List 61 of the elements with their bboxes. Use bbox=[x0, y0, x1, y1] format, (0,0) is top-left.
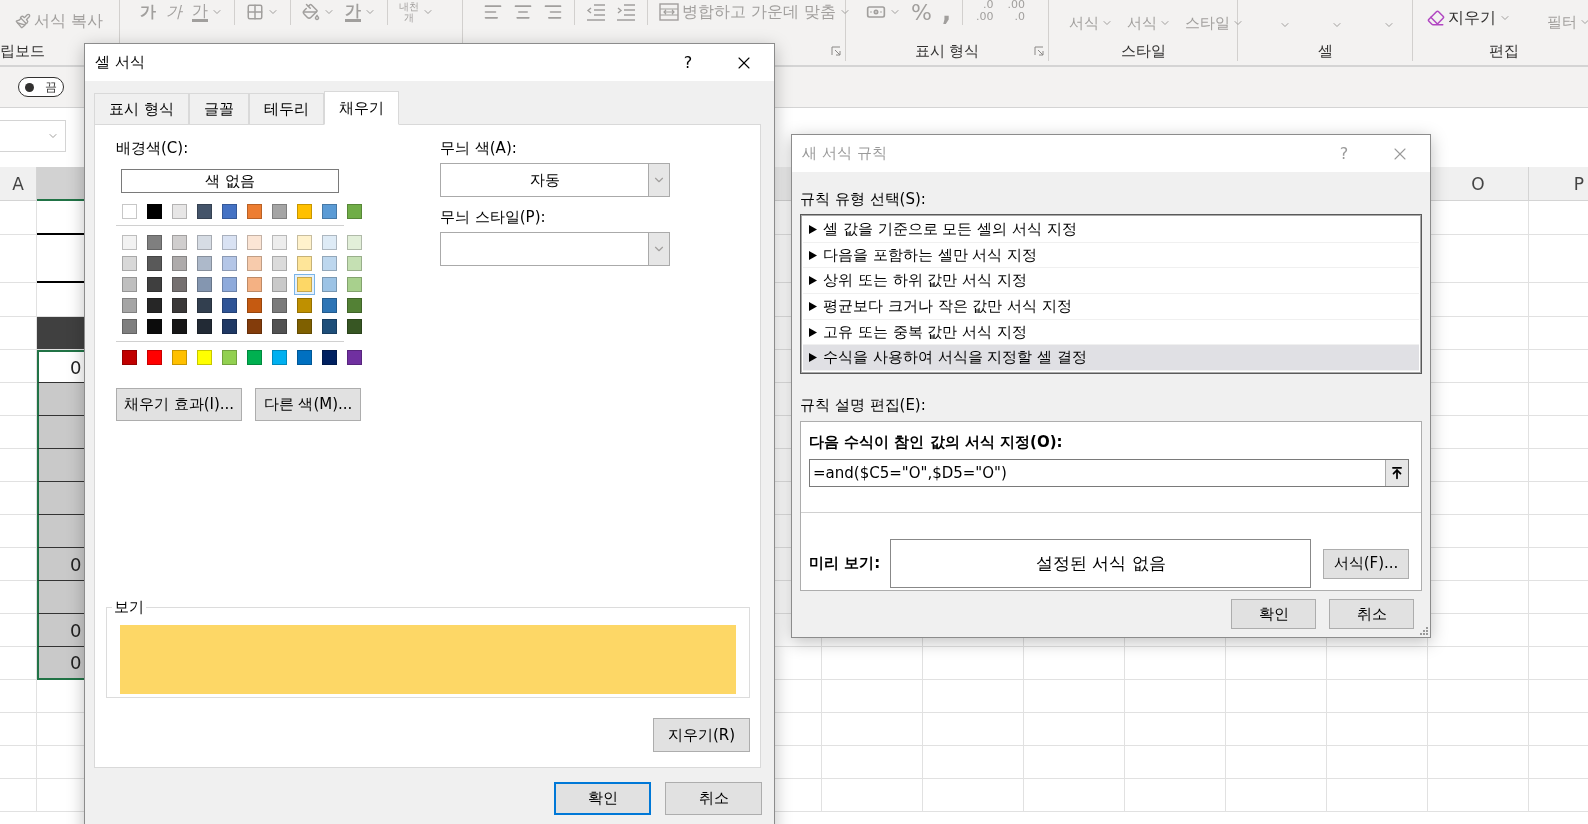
more-colors-button[interactable]: 다른 색(M)... bbox=[255, 388, 361, 421]
group-label: 보기 bbox=[113, 598, 145, 617]
paint-bucket-icon bbox=[302, 3, 320, 21]
clear-button[interactable]: 지우기(R) bbox=[653, 718, 750, 752]
dialog-title: 셀 서식 bbox=[95, 53, 146, 72]
column-header[interactable]: O bbox=[1428, 167, 1529, 201]
eraser-icon bbox=[1427, 9, 1445, 27]
merge-cells-icon bbox=[659, 3, 679, 21]
tab[interactable]: 표시 형식 bbox=[94, 93, 189, 125]
rule-type-item[interactable]: 수식을 사용하여 서식을 지정할 셀 결정 bbox=[803, 345, 1419, 372]
field-label: 무늬 스타일(P): bbox=[440, 208, 547, 226]
help-button[interactable]: ? bbox=[668, 47, 708, 78]
field-label: 다음 수식이 참인 값의 서식 지정(O): bbox=[809, 433, 1064, 452]
field-label: 무늬 색(A): bbox=[440, 139, 518, 157]
tab[interactable]: 글꼴 bbox=[188, 93, 249, 125]
dialog-launcher-icon[interactable] bbox=[1034, 46, 1044, 56]
align-center-icon bbox=[513, 2, 533, 22]
toggle-switch[interactable]: 끔 bbox=[18, 77, 64, 97]
bullet-arrow-icon bbox=[809, 353, 817, 363]
bullet-arrow-icon bbox=[809, 276, 817, 286]
dialog-launcher-icon[interactable] bbox=[831, 46, 841, 56]
format-button[interactable]: 서식(F)... bbox=[1323, 548, 1409, 579]
pattern-color-dropdown[interactable]: 자동 bbox=[440, 163, 670, 197]
pattern-style-dropdown[interactable] bbox=[440, 232, 670, 266]
no-color-button[interactable]: 색 없음 bbox=[121, 169, 339, 193]
arrow-up-icon bbox=[1390, 466, 1404, 480]
bullet-arrow-icon bbox=[809, 250, 817, 260]
bullet-arrow-icon bbox=[809, 301, 817, 311]
format-preview: 설정된 서식 없음 bbox=[890, 539, 1311, 588]
collapse-dialog-button[interactable] bbox=[1385, 460, 1408, 486]
group-label: 셀 bbox=[1317, 42, 1333, 61]
formula-field[interactable]: =and($C5="O",$D5="O") bbox=[809, 459, 1409, 487]
tab[interactable]: 테두리 bbox=[248, 93, 324, 125]
dialog-title: 새 서식 규칙 bbox=[802, 144, 888, 163]
paintbrush-icon bbox=[15, 13, 31, 29]
align-left-icon bbox=[483, 2, 503, 22]
fill-effects-button[interactable]: 채우기 효과(I)... bbox=[116, 388, 242, 421]
cancel-button[interactable]: 취소 bbox=[1329, 599, 1414, 629]
column-header[interactable]: P bbox=[1529, 167, 1588, 201]
indent-icon bbox=[616, 3, 636, 21]
field-label: 규칙 유형 선택(S): bbox=[800, 190, 927, 208]
align-right-icon bbox=[543, 2, 563, 22]
group-label: 립보드 bbox=[0, 42, 46, 61]
bullet-arrow-icon bbox=[809, 224, 817, 234]
clear-button[interactable]: 지우기 bbox=[1425, 5, 1513, 31]
column-header[interactable]: A bbox=[0, 167, 37, 201]
field-label: 규칙 설명 편집(E): bbox=[800, 396, 927, 414]
group-label: 스타일 bbox=[1120, 42, 1166, 61]
ok-button[interactable]: 확인 bbox=[1231, 599, 1316, 629]
group-label: 편집 bbox=[1489, 42, 1519, 61]
field-label: 배경색(C): bbox=[116, 139, 190, 157]
bullet-arrow-icon bbox=[809, 327, 817, 337]
cancel-button[interactable]: 취소 bbox=[665, 782, 762, 815]
resize-grip-icon[interactable] bbox=[1420, 627, 1428, 635]
field-label: 미리 보기: bbox=[809, 554, 881, 573]
tab[interactable]: 채우기 bbox=[323, 91, 399, 125]
color-swatch[interactable] bbox=[294, 274, 315, 295]
indent-icon bbox=[586, 3, 606, 21]
group-label: 표시 형식 bbox=[914, 41, 980, 61]
ok-button[interactable]: 확인 bbox=[554, 782, 651, 815]
borders-icon bbox=[246, 3, 264, 21]
